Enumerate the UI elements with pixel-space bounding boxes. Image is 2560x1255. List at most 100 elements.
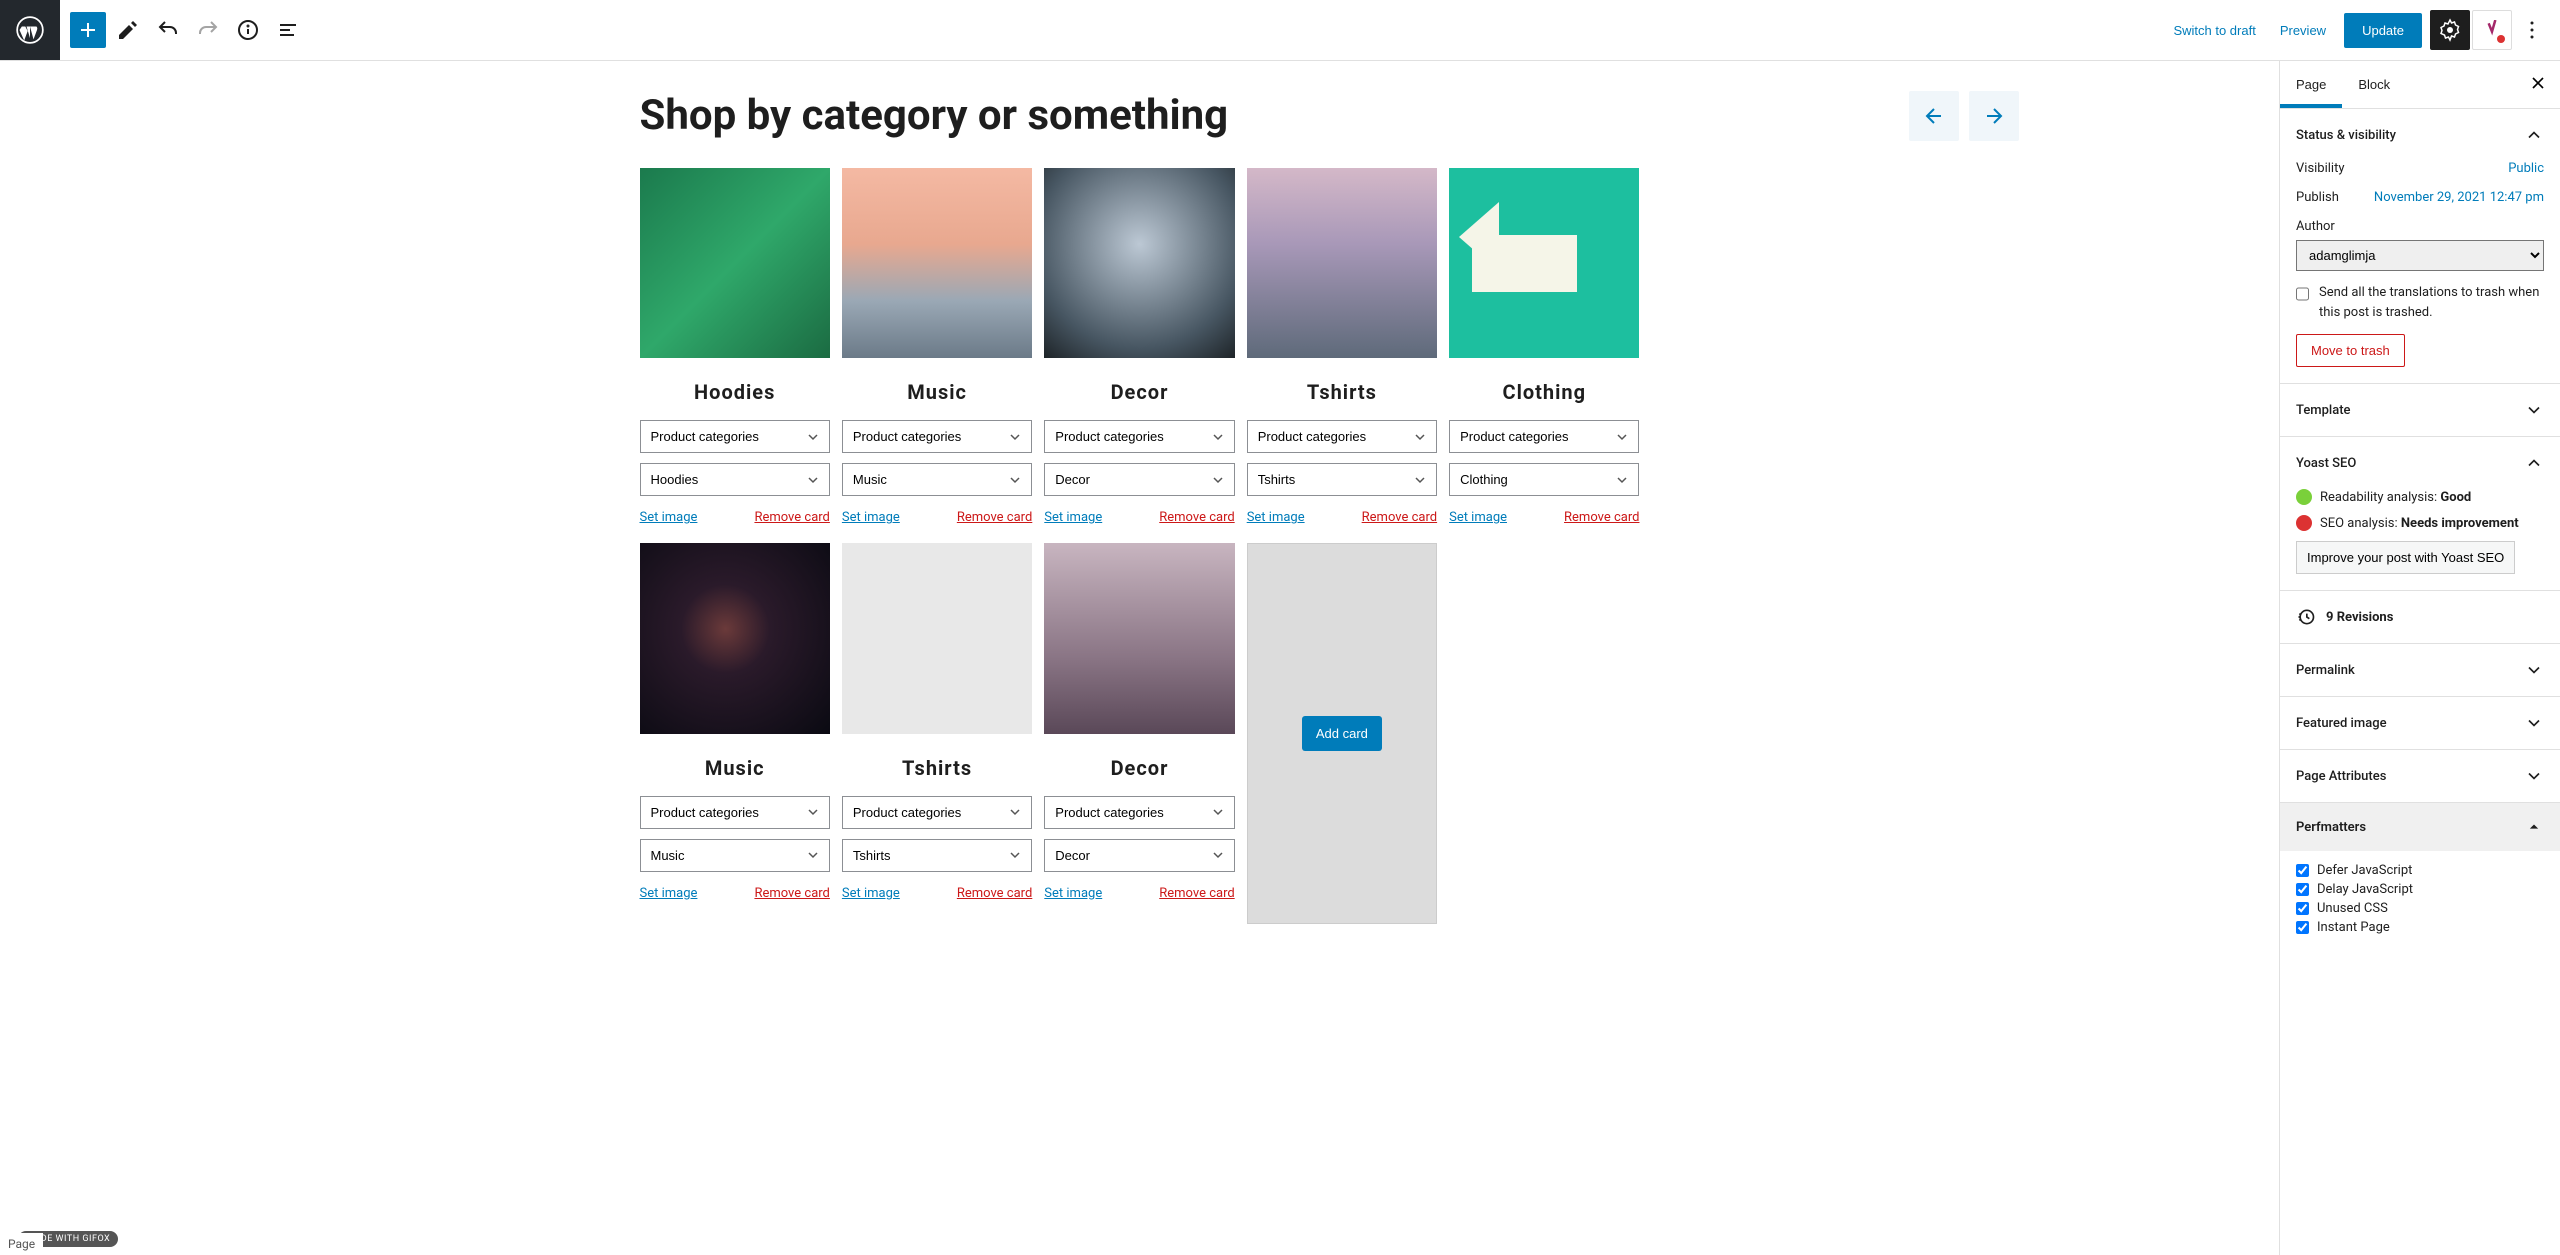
remove-card-link[interactable]: Remove card	[754, 510, 829, 525]
remove-card-link[interactable]: Remove card	[1564, 510, 1639, 525]
edit-icon[interactable]	[110, 12, 146, 48]
remove-card-link[interactable]: Remove card	[754, 886, 829, 901]
set-image-link[interactable]: Set image	[1044, 510, 1102, 525]
remove-card-link[interactable]: Remove card	[1159, 510, 1234, 525]
tab-block[interactable]: Block	[2342, 61, 2406, 108]
author-label: Author	[2296, 219, 2335, 234]
panel-page-attributes[interactable]: Page Attributes	[2280, 750, 2560, 802]
category-type-select[interactable]: Product categories	[1044, 420, 1234, 453]
page-title[interactable]: Shop by category or something	[640, 91, 1640, 140]
category-value-select[interactable]: Decor	[1044, 463, 1234, 496]
card-image[interactable]	[842, 168, 1032, 358]
improve-yoast-button[interactable]: Improve your post with Yoast SEO	[2296, 541, 2515, 574]
card-image[interactable]	[1449, 168, 1639, 358]
category-value-select[interactable]: Music	[842, 463, 1032, 496]
chevron-up-icon	[2524, 453, 2544, 473]
card-image[interactable]	[1247, 168, 1437, 358]
set-image-link[interactable]: Set image	[1044, 886, 1102, 901]
card-title: Decor	[1044, 756, 1234, 780]
history-icon	[2296, 607, 2316, 627]
category-type-select[interactable]: Product categories	[1449, 420, 1639, 453]
card-title: Hoodies	[640, 380, 830, 404]
card-title: Music	[842, 380, 1032, 404]
card-image[interactable]	[842, 543, 1032, 733]
card-image[interactable]	[1044, 168, 1234, 358]
card-image[interactable]	[1044, 543, 1234, 733]
set-image-link[interactable]: Set image	[1449, 510, 1507, 525]
switch-to-draft-button[interactable]: Switch to draft	[2161, 17, 2267, 44]
yoast-button[interactable]	[2472, 10, 2512, 50]
category-type-select[interactable]: Product categories	[842, 796, 1032, 829]
revisions-button[interactable]: 9 Revisions	[2280, 591, 2560, 643]
category-value-select[interactable]: Tshirts	[1247, 463, 1437, 496]
preview-button[interactable]: Preview	[2268, 17, 2338, 44]
category-card: Decor Product categories Decor Set image…	[1044, 543, 1234, 924]
category-type-select[interactable]: Product categories	[1044, 796, 1234, 829]
remove-card-link[interactable]: Remove card	[1159, 886, 1234, 901]
category-value-select[interactable]: Clothing	[1449, 463, 1639, 496]
add-block-button[interactable]	[70, 12, 106, 48]
card-title: Tshirts	[842, 756, 1032, 780]
instant-page-checkbox[interactable]	[2296, 921, 2309, 934]
tab-page[interactable]: Page	[2280, 61, 2342, 108]
add-card-button[interactable]: Add card	[1302, 716, 1382, 751]
panel-permalink[interactable]: Permalink	[2280, 644, 2560, 696]
publish-label: Publish	[2296, 190, 2339, 205]
panel-featured-image[interactable]: Featured image	[2280, 697, 2560, 749]
card-image[interactable]	[640, 168, 830, 358]
card-image[interactable]	[640, 543, 830, 733]
trash-translations-checkbox[interactable]	[2296, 285, 2309, 303]
set-image-link[interactable]: Set image	[640, 886, 698, 901]
triangle-up-icon	[2524, 817, 2544, 837]
more-options-button[interactable]	[2514, 12, 2550, 48]
visibility-value[interactable]: Public	[2508, 161, 2544, 176]
redo-button[interactable]	[190, 12, 226, 48]
category-type-select[interactable]: Product categories	[1247, 420, 1437, 453]
category-value-select[interactable]: Decor	[1044, 839, 1234, 872]
move-to-trash-button[interactable]: Move to trash	[2296, 334, 2405, 367]
close-sidebar-button[interactable]	[2516, 61, 2560, 108]
chevron-down-icon	[2524, 713, 2544, 733]
remove-card-link[interactable]: Remove card	[1362, 510, 1437, 525]
category-value-select[interactable]: Tshirts	[842, 839, 1032, 872]
defer-js-checkbox[interactable]	[2296, 864, 2309, 877]
author-select[interactable]: adamglimja	[2296, 240, 2544, 271]
set-image-link[interactable]: Set image	[640, 510, 698, 525]
panel-template[interactable]: Template	[2280, 384, 2560, 436]
category-value-select[interactable]: Hoodies	[640, 463, 830, 496]
category-value-select[interactable]: Music	[640, 839, 830, 872]
panel-perfmatters[interactable]: Perfmatters	[2280, 803, 2560, 851]
category-card: Decor Product categories Decor Set image…	[1044, 168, 1234, 525]
set-image-link[interactable]: Set image	[842, 510, 900, 525]
chevron-down-icon	[2524, 400, 2544, 420]
category-type-select[interactable]: Product categories	[640, 796, 830, 829]
info-button[interactable]	[230, 12, 266, 48]
next-arrow-button[interactable]	[1969, 91, 2019, 141]
category-type-select[interactable]: Product categories	[842, 420, 1032, 453]
category-type-select[interactable]: Product categories	[640, 420, 830, 453]
set-image-link[interactable]: Set image	[1247, 510, 1305, 525]
settings-button[interactable]	[2430, 10, 2470, 50]
prev-arrow-button[interactable]	[1909, 91, 1959, 141]
category-card: Music Product categories Music Set image…	[842, 168, 1032, 525]
update-button[interactable]: Update	[2344, 13, 2422, 48]
outline-button[interactable]	[270, 12, 306, 48]
category-card: Hoodies Product categories Hoodies Set i…	[640, 168, 830, 525]
remove-card-link[interactable]: Remove card	[957, 510, 1032, 525]
publish-value[interactable]: November 29, 2021 12:47 pm	[2374, 190, 2544, 205]
category-card: Tshirts Product categories Tshirts Set i…	[842, 543, 1032, 924]
delay-js-checkbox[interactable]	[2296, 883, 2309, 896]
panel-yoast[interactable]: Yoast SEO	[2280, 437, 2560, 489]
unused-css-checkbox[interactable]	[2296, 902, 2309, 915]
undo-button[interactable]	[150, 12, 186, 48]
remove-card-link[interactable]: Remove card	[957, 886, 1032, 901]
card-title: Decor	[1044, 380, 1234, 404]
chevron-up-icon	[2524, 125, 2544, 145]
set-image-link[interactable]: Set image	[842, 886, 900, 901]
trash-translations-label: Send all the translations to trash when …	[2319, 283, 2544, 322]
wordpress-logo[interactable]	[0, 0, 60, 60]
chevron-down-icon	[2524, 660, 2544, 680]
chevron-down-icon	[2524, 766, 2544, 786]
footer-breadcrumb[interactable]: Page	[0, 1233, 43, 1255]
panel-status-visibility[interactable]: Status & visibility	[2280, 109, 2560, 161]
